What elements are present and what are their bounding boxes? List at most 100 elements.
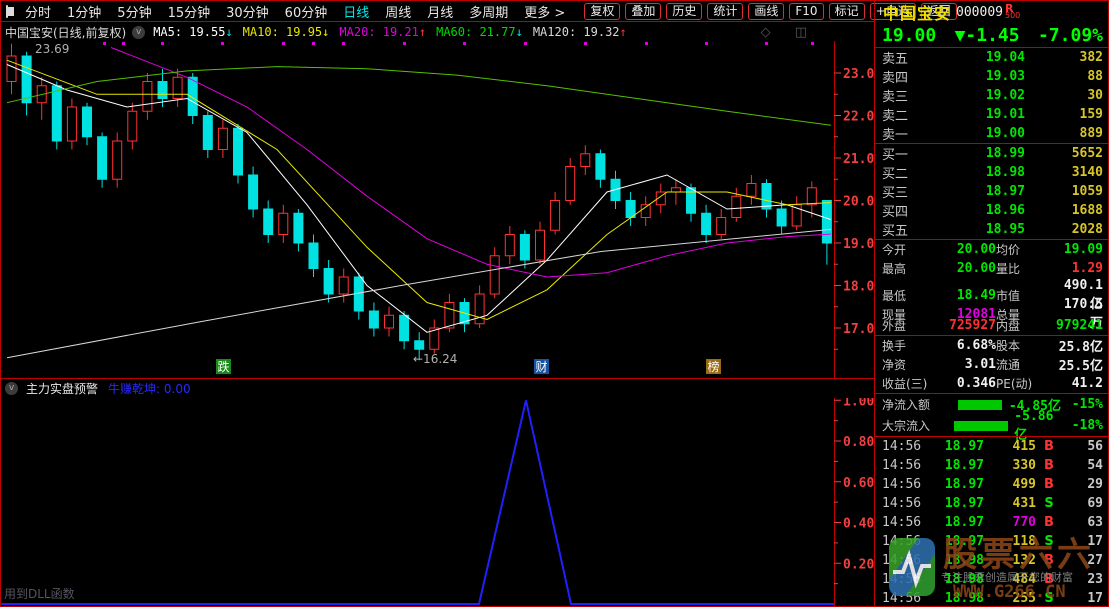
- trade-volume: 770: [984, 515, 1036, 530]
- trade-time: 14:56: [882, 496, 924, 511]
- menu-item-月线[interactable]: 月线: [419, 2, 461, 21]
- book-level-label: 买五: [882, 220, 926, 239]
- chevron-down-icon[interactable]: v: [5, 382, 18, 395]
- sub-chart-canvas[interactable]: 1.000.800.600.400.20: [1, 398, 875, 607]
- ask-row[interactable]: 卖三19.0230: [875, 86, 1109, 105]
- flow-label: 净流入额: [882, 396, 958, 413]
- ask-row[interactable]: 卖四19.0388: [875, 67, 1109, 86]
- stock-name-row: 中国宝安 000009 R 500: [875, 1, 1109, 23]
- ask-row[interactable]: 卖一19.00889: [875, 124, 1109, 143]
- trade-row[interactable]: 14:5618.97431S69: [875, 494, 1109, 513]
- stat-value: 20.00: [928, 261, 996, 276]
- trend-arrow-icon: ↑: [419, 25, 426, 39]
- svg-text:←16.24: ←16.24: [413, 352, 457, 366]
- main-chart-canvas[interactable]: 23.0022.0021.0020.0019.0018.0017.0023.69…: [1, 41, 875, 379]
- menu-item-分时[interactable]: 分时: [17, 2, 59, 21]
- stock-code: 000009: [956, 5, 1003, 20]
- menu-item-多周期[interactable]: 多周期: [461, 2, 516, 21]
- trade-side: S: [1036, 534, 1062, 549]
- stat-label: 内盘: [996, 317, 1054, 334]
- stat-label: PE(动): [996, 375, 1054, 392]
- trade-row[interactable]: 14:5618.98255S17: [875, 589, 1109, 607]
- bid-row[interactable]: 买五18.952028: [875, 220, 1109, 239]
- toolbar-button-统计[interactable]: 统计: [707, 3, 743, 20]
- menu-item-15分钟[interactable]: 15分钟: [160, 2, 219, 21]
- svg-text:1.00: 1.00: [843, 398, 874, 409]
- trend-arrow-icon: ↑: [620, 25, 627, 39]
- trade-side: B: [1036, 477, 1062, 492]
- svg-text:21.00: 21.00: [843, 152, 875, 167]
- trade-row[interactable]: 14:5618.97118S17: [875, 532, 1109, 551]
- toolbar-button-历史[interactable]: 历史: [666, 3, 702, 20]
- book-level-label: 买一: [882, 144, 926, 163]
- menu-item-周线[interactable]: 周线: [377, 2, 419, 21]
- menu-item-5分钟[interactable]: 5分钟: [109, 2, 159, 21]
- trade-price: 18.97: [924, 534, 984, 549]
- trade-price: 18.97: [924, 439, 984, 454]
- stat-label: 最高: [882, 260, 928, 277]
- trade-volume: 118: [984, 534, 1036, 549]
- trade-row[interactable]: 14:5618.98484B23: [875, 570, 1109, 589]
- trade-price: 18.97: [924, 515, 984, 530]
- stat-value: 1.29: [1054, 261, 1103, 276]
- stat-label: 收益(三): [882, 375, 928, 392]
- chevron-down-icon[interactable]: v: [132, 26, 145, 39]
- stat-row: 换手6.68%股本25.8亿: [875, 336, 1109, 355]
- flow-pct: -15%: [1061, 397, 1103, 412]
- stat-value: 41.2: [1054, 376, 1103, 391]
- menu-item-30分钟[interactable]: 30分钟: [218, 2, 277, 21]
- menu-item-1分钟[interactable]: 1分钟: [59, 2, 109, 21]
- ask-row[interactable]: 卖五19.04382: [875, 48, 1109, 67]
- trade-time: 14:56: [882, 591, 924, 606]
- trade-row[interactable]: 14:5618.97330B54: [875, 456, 1109, 475]
- trade-row[interactable]: 14:5618.97499B29: [875, 475, 1109, 494]
- menu-item-60分钟[interactable]: 60分钟: [277, 2, 336, 21]
- stat-value: 25.8亿: [1054, 336, 1103, 355]
- stat-value: 979241: [1054, 318, 1103, 333]
- ma-legend: MA5: 19.55↓MA10: 19.95↓MA20: 19.21↑MA60:…: [153, 25, 637, 39]
- margin-tag: R 500: [1005, 5, 1020, 19]
- toolbar-button-标记[interactable]: 标记: [829, 3, 865, 20]
- trade-volume: 499: [984, 477, 1036, 492]
- trade-time: 14:56: [882, 515, 924, 530]
- bid-row[interactable]: 买四18.961688: [875, 201, 1109, 220]
- money-flow-row: 净流入额-4.85亿-15%: [875, 394, 1109, 415]
- stat-label: 最低: [882, 287, 928, 304]
- toolbar-button-F10[interactable]: F10: [789, 3, 823, 20]
- chart-corner-icons[interactable]: ◇ ◫: [761, 25, 817, 40]
- trade-side: S: [1036, 496, 1062, 511]
- trade-row[interactable]: 14:5618.97415B56: [875, 437, 1109, 456]
- toolbar-button-画线[interactable]: 画线: [748, 3, 784, 20]
- book-level-label: 卖三: [882, 86, 926, 105]
- stat-label: 量比: [996, 260, 1054, 277]
- book-volume: 88: [1025, 69, 1103, 84]
- book-price: 19.00: [926, 126, 1025, 141]
- ma-legend-item: MA5: 19.55↓: [153, 25, 232, 39]
- bid-row[interactable]: 买二18.983140: [875, 163, 1109, 182]
- ma-label: MA60: 21.77: [436, 25, 515, 39]
- toolbar-button-复权[interactable]: 复权: [584, 3, 620, 20]
- toolbar-button-叠加[interactable]: 叠加: [625, 3, 661, 20]
- trade-time: 14:56: [882, 534, 924, 549]
- trade-count: 63: [1062, 515, 1103, 530]
- trade-row[interactable]: 14:5618.98132B27: [875, 551, 1109, 570]
- stat-value: 3.01: [928, 357, 996, 372]
- trade-time: 14:56: [882, 553, 924, 568]
- svg-text:0.40: 0.40: [843, 517, 874, 532]
- stat-label: 换手: [882, 337, 928, 354]
- bid-row[interactable]: 买一18.995652: [875, 144, 1109, 163]
- price-change: ▼-1.45: [955, 25, 1020, 46]
- ma-legend-item: MA10: 19.95↓: [243, 25, 330, 39]
- menu-item-更多 >[interactable]: 更多 >: [516, 2, 573, 21]
- bid-row[interactable]: 买三18.971059: [875, 182, 1109, 201]
- menu-item-日线[interactable]: 日线: [335, 2, 377, 21]
- ask-row[interactable]: 卖二19.01159: [875, 105, 1109, 124]
- trade-time: 14:56: [882, 477, 924, 492]
- price-row: 19.00 ▼-1.45 -7.09%: [875, 23, 1109, 47]
- window-panel-icon[interactable]: [6, 5, 8, 18]
- trade-row[interactable]: 14:5618.97770B63: [875, 513, 1109, 532]
- trend-arrow-icon: ↓: [516, 25, 523, 39]
- stat-label: 外盘: [882, 317, 928, 334]
- sub-indicator-name: 主力实盘预警: [26, 380, 98, 397]
- trade-count: 27: [1062, 553, 1103, 568]
